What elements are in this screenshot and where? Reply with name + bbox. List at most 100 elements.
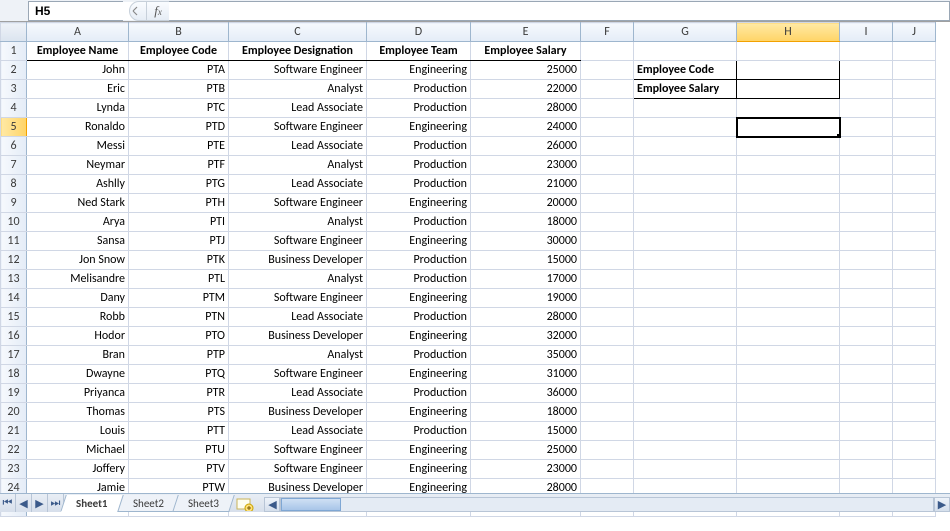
cell[interactable] bbox=[893, 61, 936, 80]
cell-name[interactable]: Ashlly bbox=[27, 175, 129, 194]
row-header[interactable]: 10 bbox=[1, 213, 27, 232]
sheet-tab-sheet3[interactable]: Sheet3 bbox=[173, 495, 236, 512]
cell[interactable] bbox=[581, 137, 634, 156]
cell[interactable] bbox=[634, 118, 737, 137]
spreadsheet-grid[interactable]: ABCDEFGHIJ 1Employee NameEmployee CodeEm… bbox=[0, 22, 936, 517]
cell-salary[interactable]: 24000 bbox=[471, 118, 581, 137]
horizontal-scrollbar[interactable]: ◀ ▶ bbox=[264, 497, 950, 512]
cell-salary[interactable]: 15000 bbox=[471, 251, 581, 270]
name-box[interactable]: ▾ bbox=[28, 1, 123, 21]
sheet-tab-sheet2[interactable]: Sheet2 bbox=[117, 495, 180, 512]
cell-team[interactable]: Engineering bbox=[367, 289, 471, 308]
row-header[interactable]: 19 bbox=[1, 384, 27, 403]
cell[interactable] bbox=[893, 289, 936, 308]
cell[interactable] bbox=[840, 346, 893, 365]
cell-code[interactable]: PTC bbox=[129, 99, 229, 118]
cell-code[interactable]: PTL bbox=[129, 270, 229, 289]
cell[interactable] bbox=[634, 365, 737, 384]
cell[interactable] bbox=[634, 441, 737, 460]
cell[interactable] bbox=[634, 270, 737, 289]
cell[interactable] bbox=[581, 42, 634, 61]
new-sheet-icon[interactable] bbox=[234, 497, 256, 512]
cell-desig[interactable]: Software Engineer bbox=[229, 232, 367, 251]
cell-team[interactable]: Engineering bbox=[367, 403, 471, 422]
row-header[interactable]: 5 bbox=[1, 118, 27, 137]
cell-team[interactable]: Engineering bbox=[367, 460, 471, 479]
cell[interactable] bbox=[581, 327, 634, 346]
cell-salary[interactable]: 23000 bbox=[471, 156, 581, 175]
cell[interactable] bbox=[581, 441, 634, 460]
cell-code[interactable]: PTB bbox=[129, 80, 229, 99]
cell[interactable] bbox=[840, 194, 893, 213]
cell[interactable] bbox=[581, 346, 634, 365]
cell-desig[interactable]: Lead Associate bbox=[229, 384, 367, 403]
cell-name[interactable]: Bran bbox=[27, 346, 129, 365]
tab-nav-prev-icon[interactable]: ◀ bbox=[16, 494, 32, 512]
cell-name[interactable]: Michael bbox=[27, 441, 129, 460]
col-header-H[interactable]: H bbox=[737, 23, 840, 42]
cell[interactable] bbox=[581, 213, 634, 232]
lookup-salary-value[interactable] bbox=[737, 80, 840, 99]
cell[interactable] bbox=[581, 156, 634, 175]
cell[interactable] bbox=[634, 175, 737, 194]
cell[interactable] bbox=[737, 232, 840, 251]
cell-salary[interactable]: 25000 bbox=[471, 61, 581, 80]
cell-team[interactable]: Production bbox=[367, 251, 471, 270]
cell[interactable] bbox=[840, 251, 893, 270]
cell-salary[interactable]: 25000 bbox=[471, 441, 581, 460]
cell-name[interactable]: Messi bbox=[27, 137, 129, 156]
cell-salary[interactable]: 35000 bbox=[471, 346, 581, 365]
cell[interactable] bbox=[581, 80, 634, 99]
cell[interactable] bbox=[634, 213, 737, 232]
col-header-E[interactable]: E bbox=[471, 23, 581, 42]
cell-desig[interactable]: Analyst bbox=[229, 156, 367, 175]
column-header-row[interactable]: ABCDEFGHIJ bbox=[1, 23, 936, 42]
cell-team[interactable]: Production bbox=[367, 213, 471, 232]
cell[interactable] bbox=[581, 175, 634, 194]
cell-code[interactable]: PTV bbox=[129, 460, 229, 479]
cell[interactable] bbox=[581, 460, 634, 479]
cell-code[interactable]: PTH bbox=[129, 194, 229, 213]
cell-team[interactable]: Production bbox=[367, 175, 471, 194]
cell-team[interactable]: Engineering bbox=[367, 61, 471, 80]
cell[interactable] bbox=[581, 270, 634, 289]
cell[interactable] bbox=[840, 308, 893, 327]
hscroll-left-icon[interactable]: ◀ bbox=[264, 497, 280, 512]
cell[interactable] bbox=[840, 403, 893, 422]
cell[interactable] bbox=[737, 384, 840, 403]
cell[interactable] bbox=[581, 61, 634, 80]
cell[interactable] bbox=[634, 194, 737, 213]
col-header-I[interactable]: I bbox=[840, 23, 893, 42]
cell[interactable] bbox=[581, 365, 634, 384]
cell[interactable] bbox=[737, 441, 840, 460]
cell[interactable] bbox=[840, 270, 893, 289]
cell[interactable] bbox=[634, 289, 737, 308]
cell-salary[interactable]: 22000 bbox=[471, 80, 581, 99]
cell[interactable] bbox=[893, 346, 936, 365]
cell-desig[interactable]: Analyst bbox=[229, 270, 367, 289]
cell[interactable] bbox=[893, 175, 936, 194]
cell[interactable] bbox=[581, 99, 634, 118]
cell-desig[interactable]: Lead Associate bbox=[229, 175, 367, 194]
cell-salary[interactable]: 18000 bbox=[471, 403, 581, 422]
lookup-code-label[interactable]: Employee Code bbox=[634, 61, 737, 80]
header-cell[interactable]: Employee Code bbox=[129, 42, 229, 61]
cell-code[interactable]: PTE bbox=[129, 137, 229, 156]
cell-code[interactable]: PTN bbox=[129, 308, 229, 327]
cell[interactable] bbox=[737, 460, 840, 479]
cell-name[interactable]: Jon Snow bbox=[27, 251, 129, 270]
row-header[interactable]: 20 bbox=[1, 403, 27, 422]
cell[interactable] bbox=[893, 213, 936, 232]
cell[interactable] bbox=[893, 460, 936, 479]
row-header[interactable]: 21 bbox=[1, 422, 27, 441]
cell[interactable] bbox=[893, 137, 936, 156]
hscroll-thumb[interactable] bbox=[281, 498, 341, 511]
cell-name[interactable]: John bbox=[27, 61, 129, 80]
cell-team[interactable]: Engineering bbox=[367, 194, 471, 213]
cell-desig[interactable]: Business Developer bbox=[229, 251, 367, 270]
row-header[interactable]: 7 bbox=[1, 156, 27, 175]
cell-desig[interactable]: Software Engineer bbox=[229, 460, 367, 479]
cell[interactable] bbox=[634, 156, 737, 175]
cell-name[interactable]: Sansa bbox=[27, 232, 129, 251]
cell[interactable] bbox=[840, 156, 893, 175]
